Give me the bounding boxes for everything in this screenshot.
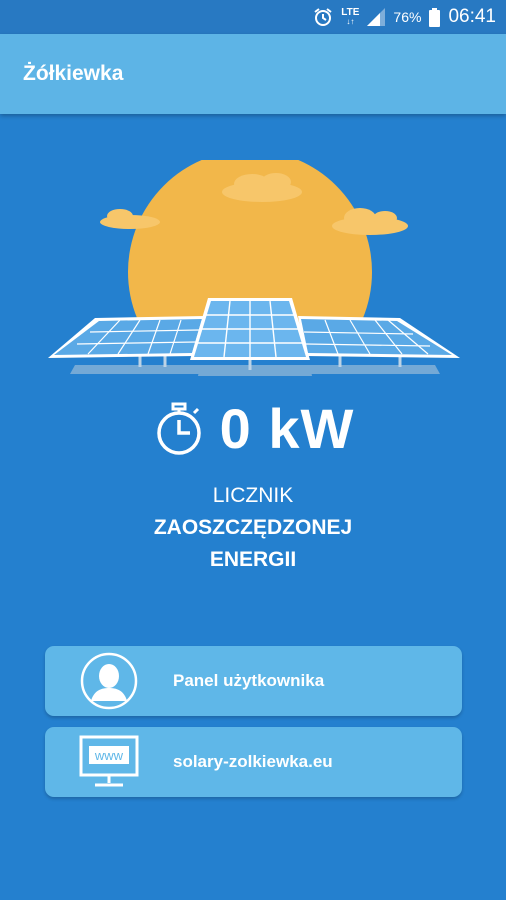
caption-line-1: LICZNIK [212,484,294,507]
app-bar: Żółkiewka [0,34,506,114]
clock: 06:41 [448,6,496,27]
network-type-indicator: LTE ↓↑ [341,8,359,27]
solar-panel-left [48,316,205,358]
caption-line-2: ZAOSZCZĘDZONEJ [153,516,353,539]
user-profile-icon [80,652,138,710]
solar-illustration [48,160,460,376]
www-monitor-icon: www [79,735,139,787]
counter-value: 0 kW [219,397,355,460]
alarm-clock-icon [314,8,332,26]
counter-caption: LICZNIK ZAOSZCZĘDZONEJ ENERGII [0,480,506,576]
website-button[interactable]: www solary-zolkiewka.eu [45,727,462,797]
energy-counter: 0 kW [0,396,506,461]
user-panel-button[interactable]: Panel użytkownika [45,646,462,716]
caption-line-3: ENERGII [209,548,297,571]
website-label: solary-zolkiewka.eu [173,752,333,771]
user-panel-label: Panel użytkownika [173,671,325,690]
battery-percentage: 76% [393,9,422,25]
battery-icon [429,7,441,27]
stopwatch-icon [156,402,201,455]
status-bar: LTE ↓↑ 76% 06:41 [0,0,506,34]
solar-panel-right [298,316,460,358]
app-title: Żółkiewka [23,62,124,85]
www-icon-text: www [94,748,124,763]
signal-icon [367,8,386,26]
solar-panel-center [190,298,310,360]
data-arrows-icon: ↓↑ [346,17,355,26]
